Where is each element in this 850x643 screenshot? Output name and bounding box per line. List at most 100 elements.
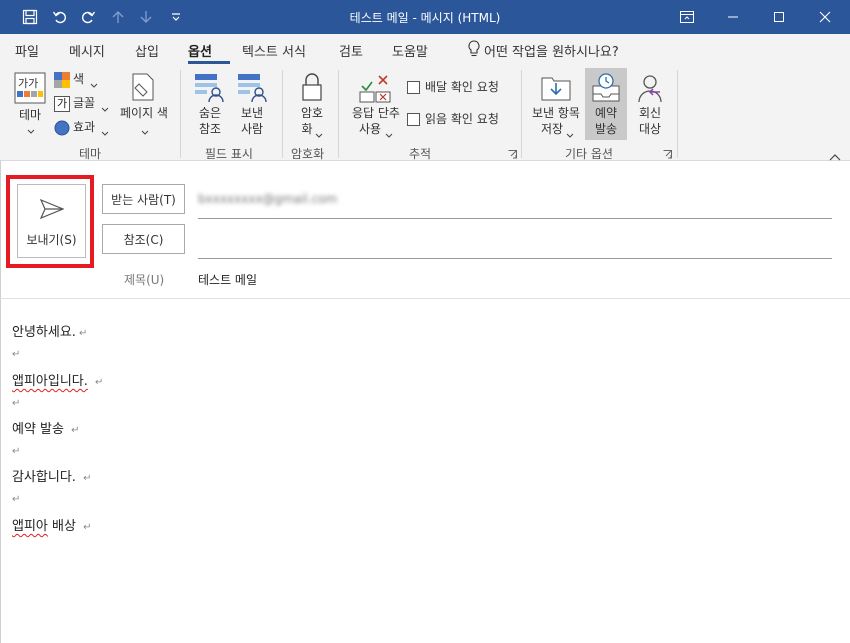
paragraph-mark-icon: ↵ xyxy=(12,349,21,360)
tab-file[interactable]: 파일 xyxy=(15,41,39,60)
tab-format-text[interactable]: 텍스트 서식 xyxy=(242,41,306,60)
bcc-label-2[interactable]: 참조 xyxy=(192,122,228,137)
bcc-icon[interactable] xyxy=(194,72,226,104)
effects-chevron-icon xyxy=(101,125,109,139)
from-icon[interactable] xyxy=(237,72,269,104)
read-receipt-checkbox[interactable] xyxy=(407,113,420,126)
save-sent-icon[interactable] xyxy=(540,72,572,104)
page-color-label[interactable]: 페이지 색 xyxy=(114,106,174,121)
close-icon[interactable] xyxy=(802,0,848,34)
tell-me-search[interactable]: 어떤 작업을 원하시나요? xyxy=(484,41,619,60)
theme-chevron-icon xyxy=(27,123,35,137)
group-more-options-label: 기타 옵션 xyxy=(565,147,613,161)
group-show-fields-label: 필드 표시 xyxy=(205,147,253,161)
tab-options[interactable]: 옵션 xyxy=(188,41,212,60)
body-text: 안녕하세요. xyxy=(12,325,76,340)
subject-field[interactable]: 테스트 메일 xyxy=(198,271,257,288)
tab-message[interactable]: 메시지 xyxy=(69,41,105,60)
effects-icon[interactable] xyxy=(54,120,70,136)
cc-button[interactable]: 참조(C) xyxy=(102,224,185,254)
theme-icon[interactable]: 가가 xyxy=(14,72,46,104)
direct-replies-icon[interactable] xyxy=(634,72,666,104)
lightbulb-icon xyxy=(467,40,481,61)
fonts-label[interactable]: 글꼴 xyxy=(73,96,95,111)
body-line[interactable]: 앱피아 배상 ↵ xyxy=(12,515,91,534)
title-bar: 테스트 메일 - 메시지 (HTML) xyxy=(0,0,850,34)
page-color-icon[interactable] xyxy=(129,72,157,102)
delay-delivery-label-2: 발송 xyxy=(594,122,618,136)
paragraph-mark-icon: ↵ xyxy=(12,398,21,409)
body-line[interactable]: ↵ xyxy=(12,491,20,506)
to-button[interactable]: 받는 사람(T) xyxy=(102,184,185,214)
ribbon-display-icon[interactable] xyxy=(664,0,710,34)
colors-label[interactable]: 색 xyxy=(73,72,84,87)
group-tracking-label: 추적 xyxy=(409,147,432,161)
separator xyxy=(282,70,283,158)
tab-help[interactable]: 도움말 xyxy=(392,41,428,60)
lock-icon[interactable] xyxy=(301,72,323,102)
read-receipt-label[interactable]: 읽음 확인 요청 xyxy=(425,112,499,127)
body-line[interactable]: 앱피아입니다. ↵ xyxy=(12,370,103,389)
send-icon xyxy=(39,198,65,222)
to-field-underline xyxy=(198,218,832,219)
bcc-label-1[interactable]: 숨은 xyxy=(192,106,228,121)
to-field-value[interactable]: bxxxxxxxx@gmail.com xyxy=(198,192,337,206)
ribbon-tabs: 파일 메시지 삽입 옵션 텍스트 서식 검토 도움말 어떤 작업을 원하시나요? xyxy=(0,34,850,64)
save-sent-chevron-icon xyxy=(566,127,574,141)
fonts-icon[interactable]: 가 xyxy=(54,96,70,112)
tab-insert[interactable]: 삽입 xyxy=(135,41,159,60)
encrypt-chevron-icon xyxy=(315,127,323,141)
direct-replies-label-2[interactable]: 대상 xyxy=(630,122,670,137)
body-text: 앱피아입니다. xyxy=(12,374,88,389)
separator xyxy=(338,70,339,158)
from-label-1[interactable]: 보낸 xyxy=(234,106,270,121)
svg-text:가가: 가가 xyxy=(18,77,38,90)
body-line[interactable]: 감사합니다. ↵ xyxy=(12,466,91,485)
direct-replies-label-1[interactable]: 회신 xyxy=(630,106,670,121)
body-line[interactable]: 예약 발송 ↵ xyxy=(12,418,80,437)
paragraph-mark-icon: ↵ xyxy=(83,473,92,484)
tracking-launcher-icon[interactable] xyxy=(508,148,517,162)
voting-chevron-icon xyxy=(385,127,393,141)
paragraph-mark-icon: ↵ xyxy=(12,446,21,457)
delivery-receipt-label[interactable]: 배달 확인 요청 xyxy=(425,80,499,95)
save-sent-label-1[interactable]: 보낸 항목 xyxy=(527,106,585,121)
separator xyxy=(677,70,678,158)
body-text: 예약 발송 xyxy=(12,422,64,437)
voting-icon[interactable] xyxy=(359,72,391,104)
paragraph-mark-icon: ↵ xyxy=(71,425,80,436)
colors-chevron-icon xyxy=(90,77,98,91)
ribbon: 가가 테마 색 가 글꼴 효과 페이지 색 테마 숨은 참조 보낸 사람 필드 … xyxy=(0,64,850,161)
maximize-icon[interactable] xyxy=(756,0,802,34)
body-text: 배상 xyxy=(47,519,76,534)
paragraph-mark-icon: ↵ xyxy=(83,522,92,533)
effects-label[interactable]: 효과 xyxy=(73,120,95,135)
page-color-chevron-icon xyxy=(141,124,149,138)
body-text: 앱피아 xyxy=(12,519,48,534)
from-label-2[interactable]: 사람 xyxy=(234,122,270,137)
body-line[interactable]: ↵ xyxy=(12,443,20,458)
minimize-icon[interactable] xyxy=(710,0,756,34)
group-encrypt-label: 암호화 xyxy=(291,147,325,161)
theme-button-label[interactable]: 테마 xyxy=(12,108,48,123)
separator xyxy=(180,70,181,158)
collapse-ribbon-icon[interactable] xyxy=(829,150,841,164)
paragraph-mark-icon: ↵ xyxy=(95,377,104,388)
send-button[interactable]: 보내기(S) xyxy=(17,184,86,258)
voting-label-2[interactable]: 사용 xyxy=(350,122,390,137)
cc-field-underline xyxy=(198,258,832,259)
tab-review[interactable]: 검토 xyxy=(339,41,363,60)
paragraph-mark-icon: ↵ xyxy=(78,328,88,339)
delivery-receipt-checkbox[interactable] xyxy=(407,81,420,94)
more-options-launcher-icon[interactable] xyxy=(663,148,672,162)
header-body-divider xyxy=(0,298,850,299)
paragraph-mark-icon: ↵ xyxy=(12,494,21,505)
encrypt-label-1[interactable]: 암호 xyxy=(292,106,332,121)
colors-icon[interactable] xyxy=(54,72,70,88)
voting-label-1[interactable]: 응답 단추 xyxy=(345,106,407,121)
body-line[interactable]: ↵ xyxy=(12,395,20,410)
body-line[interactable]: 안녕하세요. ↵ xyxy=(12,321,87,340)
body-text: 감사합니다. xyxy=(12,470,76,485)
send-label: 보내기(S) xyxy=(26,233,77,247)
body-line[interactable]: ↵ xyxy=(12,346,20,361)
